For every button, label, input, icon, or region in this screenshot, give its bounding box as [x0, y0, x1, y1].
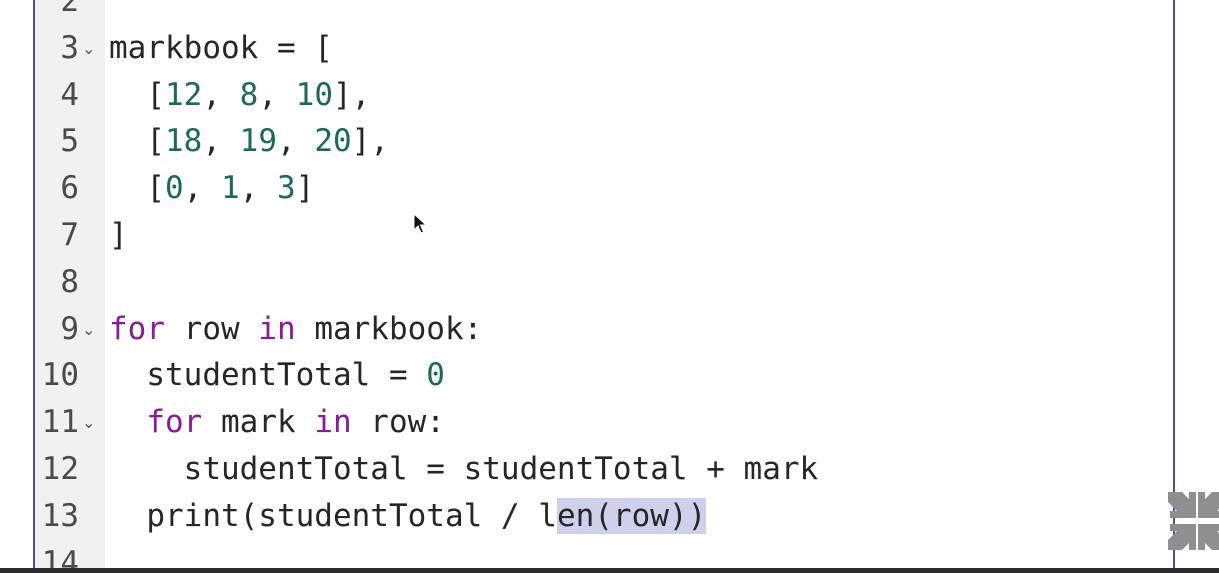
code-line[interactable]: 7]	[35, 212, 1173, 259]
code-token: row	[165, 310, 259, 347]
code-text: for row in markbook:	[109, 306, 482, 353]
code-line[interactable]: 10 studentTotal = 0	[35, 352, 1173, 399]
code-token: markbook = [	[109, 29, 333, 66]
code-line[interactable]: 9 ⌄ for row in markbook:	[35, 306, 1173, 353]
code-token: markbook:	[295, 310, 483, 347]
bottom-border	[0, 568, 1219, 573]
chevron-down-icon[interactable]: ⌄	[82, 400, 95, 447]
code-text: studentTotal = studentTotal + mark	[109, 446, 819, 493]
number-token: 3	[277, 170, 296, 207]
chevron-down-icon[interactable]: ⌄	[82, 26, 95, 73]
code-token: ],	[332, 76, 371, 113]
code-text: [18, 19, 20],	[109, 118, 389, 165]
code-token: mark	[202, 404, 315, 441]
code-token: ,	[239, 170, 277, 207]
code-text: print(studentTotal / len(row))	[109, 493, 707, 540]
keyword-token: in	[314, 404, 352, 441]
line-number: 13	[41, 497, 79, 534]
line-number: 2	[60, 0, 79, 19]
code-text: ]	[109, 212, 128, 259]
code-line[interactable]: 11 ⌄ for mark in row:	[35, 399, 1173, 446]
code-token: studentTotal =	[109, 357, 427, 394]
code-editor[interactable]: 2 3 ⌄ markbook = [4 [12, 8, 10], 5 [18, 19, …	[33, 0, 1175, 568]
line-number: 10	[41, 357, 79, 394]
number-token: 0	[426, 357, 445, 394]
code-token: ,	[183, 170, 221, 207]
line-number: 11	[41, 404, 79, 441]
code-token: row:	[351, 404, 445, 441]
code-token: ,	[202, 123, 240, 160]
code-token: [	[109, 123, 165, 160]
line-number: 3	[60, 29, 79, 66]
keyword-token: for	[146, 404, 203, 441]
keyword-token: for	[109, 310, 165, 347]
code-line[interactable]: 6 [0, 1, 3]	[35, 165, 1173, 212]
code-text: studentTotal = 0	[109, 352, 445, 399]
selected-text: en(row))	[556, 497, 707, 534]
code-token: ]	[295, 170, 315, 207]
number-token: 19	[239, 123, 277, 160]
code-token: studentTotal = studentTotal + mark	[109, 450, 819, 487]
code-line[interactable]: 12 studentTotal = studentTotal + mark	[35, 446, 1173, 493]
code-line[interactable]: 2	[35, 0, 1173, 25]
code-token: ]	[109, 216, 128, 253]
code-line[interactable]: 14	[35, 540, 1173, 568]
number-token: 10	[295, 76, 333, 113]
code-line[interactable]: 3 ⌄ markbook = [	[35, 25, 1173, 72]
number-token: 12	[165, 76, 203, 113]
collapse-fullscreen-icon[interactable]	[1166, 490, 1219, 552]
line-number: 7	[60, 216, 79, 253]
line-number: 12	[41, 450, 79, 487]
code-line[interactable]: 5 [18, 19, 20],	[35, 118, 1173, 165]
number-token: 8	[239, 76, 259, 113]
code-line[interactable]: 4 [12, 8, 10],	[35, 72, 1173, 119]
line-number: 4	[60, 76, 79, 113]
line-number: 8	[60, 263, 79, 300]
keyword-token: in	[258, 310, 296, 347]
line-number: 6	[60, 170, 79, 207]
line-number: 14	[41, 544, 79, 568]
chevron-down-icon[interactable]: ⌄	[82, 307, 95, 354]
code-line[interactable]: 13 print(studentTotal / len(row))	[35, 493, 1173, 540]
number-token: 1	[221, 170, 240, 207]
code-text: markbook = [	[109, 25, 333, 72]
screen: 2 3 ⌄ markbook = [4 [12, 8, 10], 5 [18, 19, …	[0, 0, 1219, 573]
code-token: ,	[276, 123, 315, 160]
number-token: 20	[314, 123, 352, 160]
line-number: 9	[60, 310, 79, 347]
code-lines: 2 3 ⌄ markbook = [4 [12, 8, 10], 5 [18, 19, …	[35, 0, 1173, 568]
mouse-pointer-icon	[413, 213, 427, 234]
code-token: ,	[202, 76, 240, 113]
code-token: [	[109, 170, 165, 207]
code-token: print(studentTotal / l	[109, 497, 557, 534]
number-token: 0	[165, 170, 184, 207]
code-line[interactable]: 8	[35, 259, 1173, 306]
code-text: [0, 1, 3]	[109, 165, 314, 212]
code-token: ],	[351, 123, 389, 160]
code-text: for mark in row:	[109, 399, 445, 446]
line-number: 5	[60, 123, 79, 160]
number-token: 18	[165, 123, 203, 160]
code-token: ,	[258, 76, 296, 113]
code-token: [	[109, 76, 165, 113]
code-text: [12, 8, 10],	[109, 72, 370, 119]
